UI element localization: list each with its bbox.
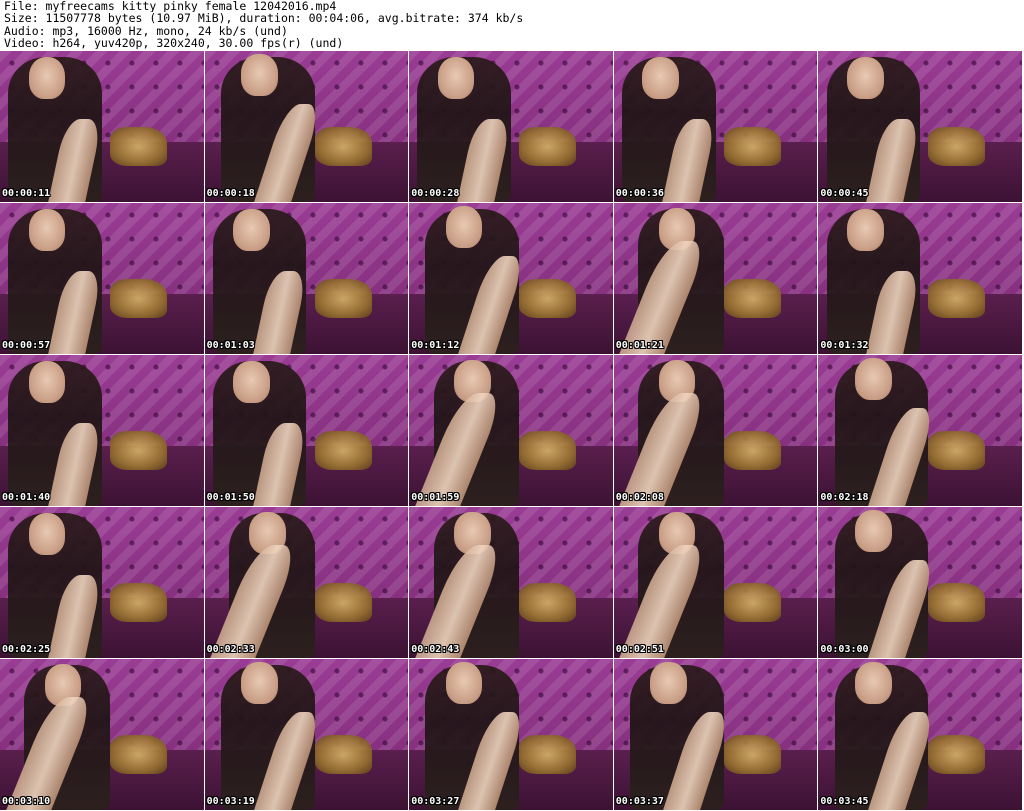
video-frame-thumbnail: 00:01:59 xyxy=(409,355,613,506)
video-frame-thumbnail: 00:02:18 xyxy=(818,355,1022,506)
frame-timestamp: 00:02:18 xyxy=(820,492,869,503)
frame-timestamp: 00:00:28 xyxy=(411,188,460,199)
frame-timestamp: 00:03:00 xyxy=(820,644,869,655)
frame-timestamp: 00:00:57 xyxy=(2,340,51,351)
gold-pillow xyxy=(109,734,167,774)
person-face xyxy=(233,209,270,252)
frame-timestamp: 00:01:03 xyxy=(206,340,255,351)
frame-timestamp: 00:01:59 xyxy=(411,492,460,503)
person-face xyxy=(846,57,884,100)
person-face xyxy=(846,209,884,252)
person-face xyxy=(445,662,483,705)
gold-pillow xyxy=(519,278,577,318)
video-frame-thumbnail: 00:03:19 xyxy=(204,659,409,810)
frame-timestamp: 00:00:36 xyxy=(615,188,664,199)
video-frame-thumbnail: 00:03:27 xyxy=(409,659,613,810)
person-face xyxy=(855,662,892,705)
gold-pillow xyxy=(723,734,781,774)
video-frame-thumbnail: 00:01:40 xyxy=(0,355,204,506)
frame-timestamp: 00:03:19 xyxy=(206,796,255,807)
video-frame-thumbnail: 00:00:57 xyxy=(0,203,204,354)
person-face xyxy=(28,361,66,404)
frame-timestamp: 00:01:50 xyxy=(206,492,255,503)
frame-timestamp: 00:02:51 xyxy=(615,644,664,655)
gold-pillow xyxy=(314,734,372,774)
person-face xyxy=(855,358,892,401)
file-name-line: File: myfreecams_kitty_pinky_female_1204… xyxy=(4,0,337,13)
video-frame-thumbnail: 00:01:32 xyxy=(818,203,1022,354)
frame-timestamp: 00:03:45 xyxy=(820,796,869,807)
audio-info-line: Audio: mp3, 16000 Hz, mono, 24 kb/s (und… xyxy=(4,24,288,37)
video-frame-thumbnail: 00:03:45 xyxy=(818,659,1022,810)
video-frame-thumbnail: 00:00:36 xyxy=(613,51,818,202)
frame-timestamp: 00:03:37 xyxy=(615,796,664,807)
gold-pillow xyxy=(928,430,986,470)
gold-pillow xyxy=(723,582,781,622)
video-frame-thumbnail: 00:02:43 xyxy=(409,507,613,658)
gold-pillow xyxy=(109,126,167,166)
video-frame-thumbnail: 00:00:11 xyxy=(0,51,204,202)
gold-pillow xyxy=(314,278,372,318)
frame-timestamp: 00:02:25 xyxy=(2,644,51,655)
video-frame-thumbnail: 00:00:18 xyxy=(204,51,409,202)
video-frame-thumbnail: 00:00:45 xyxy=(818,51,1022,202)
video-frame-thumbnail: 00:01:12 xyxy=(409,203,613,354)
frame-timestamp: 00:02:43 xyxy=(411,644,460,655)
frame-timestamp: 00:03:27 xyxy=(411,796,460,807)
file-size-line: Size: 11507778 bytes (10.97 MiB), durati… xyxy=(4,12,524,25)
person-face xyxy=(445,206,483,249)
frame-timestamp: 00:03:10 xyxy=(2,796,51,807)
frame-timestamp: 00:00:18 xyxy=(206,188,255,199)
person-face xyxy=(28,57,66,100)
video-frame-thumbnail: 00:02:25 xyxy=(0,507,204,658)
gold-pillow xyxy=(109,582,167,622)
gold-pillow xyxy=(314,126,372,166)
gold-pillow xyxy=(928,126,986,166)
file-info-header: File: myfreecams_kitty_pinky_female_1204… xyxy=(4,0,1020,50)
frame-timestamp: 00:01:12 xyxy=(411,340,460,351)
video-frame-thumbnail: 00:00:28 xyxy=(409,51,613,202)
person-face xyxy=(28,513,66,556)
frame-timestamp: 00:01:21 xyxy=(615,340,664,351)
video-frame-thumbnail: 00:02:51 xyxy=(613,507,818,658)
person-face xyxy=(437,57,475,100)
frame-timestamp: 00:00:45 xyxy=(820,188,869,199)
video-frame-thumbnail: 00:01:21 xyxy=(613,203,818,354)
video-frame-thumbnail: 00:02:33 xyxy=(204,507,409,658)
gold-pillow xyxy=(519,430,577,470)
gold-pillow xyxy=(723,278,781,318)
person-face xyxy=(241,54,278,97)
gold-pillow xyxy=(314,582,372,622)
gold-pillow xyxy=(928,582,986,622)
frame-timestamp: 00:00:11 xyxy=(2,188,51,199)
video-frame-thumbnail: 00:03:00 xyxy=(818,507,1022,658)
frame-timestamp: 00:02:08 xyxy=(615,492,664,503)
gold-pillow xyxy=(314,430,372,470)
frame-timestamp: 00:01:40 xyxy=(2,492,51,503)
video-frame-thumbnail: 00:03:10 xyxy=(0,659,204,810)
gold-pillow xyxy=(928,734,986,774)
video-frame-thumbnail: 00:03:37 xyxy=(613,659,818,810)
person-face xyxy=(28,209,66,252)
gold-pillow xyxy=(928,278,986,318)
person-face xyxy=(241,662,278,705)
frame-timestamp: 00:01:32 xyxy=(820,340,869,351)
gold-pillow xyxy=(723,430,781,470)
person-face xyxy=(233,361,270,404)
gold-pillow xyxy=(519,582,577,622)
frame-timestamp: 00:02:33 xyxy=(206,644,255,655)
person-face xyxy=(855,510,892,553)
video-frame-thumbnail: 00:01:50 xyxy=(204,355,409,506)
gold-pillow xyxy=(723,126,781,166)
video-info-line: Video: h264, yuv420p, 320x240, 30.00 fps… xyxy=(4,36,344,49)
gold-pillow xyxy=(109,430,167,470)
video-frame-thumbnail: 00:01:03 xyxy=(204,203,409,354)
person-face xyxy=(650,662,688,705)
video-frame-thumbnail: 00:02:08 xyxy=(613,355,818,506)
gold-pillow xyxy=(109,278,167,318)
thumbnail-grid: 00:00:11 00:00:18 00:00:28 00:00:36 00:00:45… xyxy=(0,51,1024,811)
gold-pillow xyxy=(519,734,577,774)
gold-pillow xyxy=(519,126,577,166)
person-face xyxy=(642,57,679,100)
